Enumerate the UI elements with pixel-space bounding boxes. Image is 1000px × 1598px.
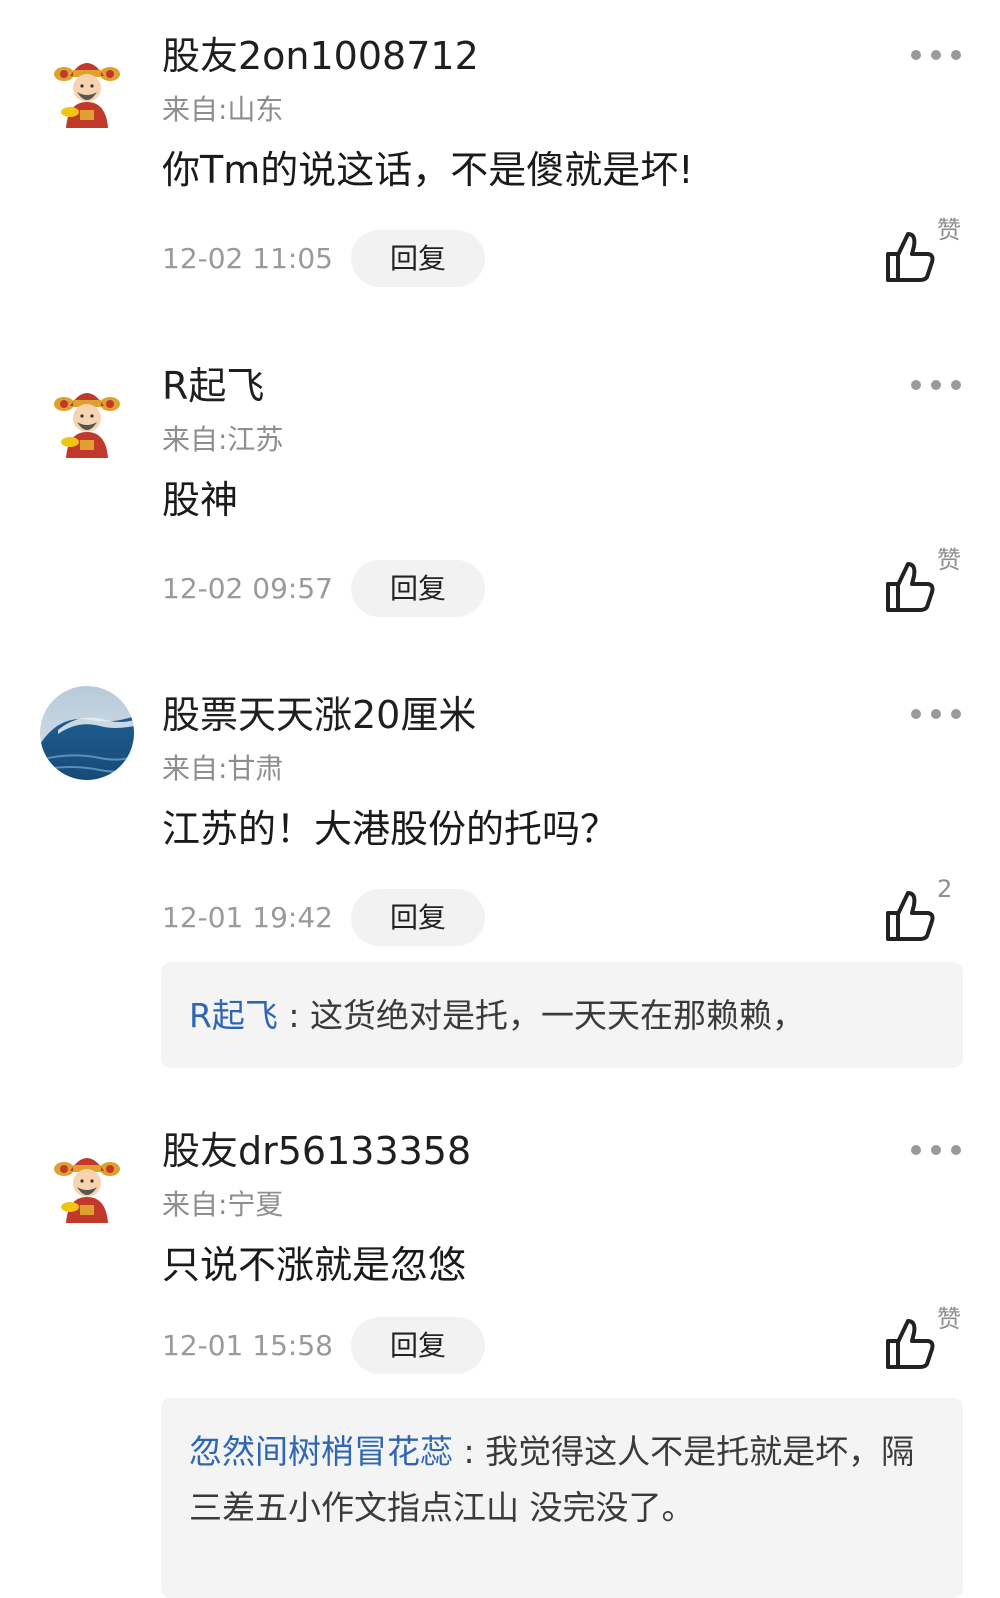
comment-username[interactable]: 股友2on1008712 (162, 30, 479, 82)
reply-button[interactable]: 回复 (351, 889, 485, 946)
more-options-icon[interactable] (906, 370, 966, 400)
caishen-avatar-icon[interactable] (40, 1135, 134, 1229)
comment-username[interactable]: 股票天天涨20厘米 (162, 689, 476, 741)
comment-content[interactable]: 江苏的！大港股份的托吗？ (162, 801, 618, 857)
sub-reply-box[interactable]: R起飞 : 这货绝对是托，一天天在那赖赖， (161, 962, 963, 1068)
sub-reply-separator: : (453, 1432, 486, 1471)
more-options-icon[interactable] (906, 1135, 966, 1165)
ocean-wave-avatar[interactable] (40, 686, 134, 780)
sub-reply-username[interactable]: 忽然间树梢冒花蕊 (189, 1432, 453, 1471)
comment-content[interactable]: 股神 (162, 472, 238, 528)
comment-time: 12-01 19:42 (162, 901, 333, 934)
comment-location: 来自:山东 (162, 93, 284, 126)
reply-button[interactable]: 回复 (351, 1317, 485, 1374)
like-count: 2 (937, 875, 953, 903)
sub-reply-box[interactable]: 忽然间树梢冒花蕊 : 我觉得这人不是托就是坏，隔三差五小作文指点江山 没完没了。 (161, 1398, 963, 1598)
more-options-icon[interactable] (906, 699, 966, 729)
sub-reply-text: 这货绝对是托，一天天在那赖赖， (310, 996, 806, 1035)
reply-button[interactable]: 回复 (351, 560, 485, 617)
comment-username[interactable]: 股友dr56133358 (162, 1125, 471, 1177)
reply-button[interactable]: 回复 (351, 230, 485, 287)
comment-time: 12-02 11:05 (162, 242, 333, 275)
more-options-icon[interactable] (906, 40, 966, 70)
comment-time: 12-02 09:57 (162, 572, 333, 605)
comment-location: 来自:宁夏 (162, 1188, 284, 1221)
like-count: 赞 (937, 1305, 961, 1333)
sub-reply-username[interactable]: R起飞 (189, 996, 278, 1035)
comment-content[interactable]: 你Tm的说这话，不是傻就是坏! (162, 142, 693, 198)
comment-location: 来自:江苏 (162, 423, 284, 456)
like-count: 赞 (937, 546, 961, 574)
like-count: 赞 (937, 216, 961, 244)
comment-time: 12-01 15:58 (162, 1329, 333, 1362)
caishen-avatar-icon[interactable] (40, 40, 134, 134)
comment-username[interactable]: R起飞 (162, 360, 264, 412)
caishen-avatar-icon[interactable] (40, 370, 134, 464)
sub-reply-separator: : (277, 996, 311, 1035)
comment-location: 来自:甘肃 (162, 752, 284, 785)
comment-content[interactable]: 只说不涨就是忽悠 (162, 1237, 466, 1293)
